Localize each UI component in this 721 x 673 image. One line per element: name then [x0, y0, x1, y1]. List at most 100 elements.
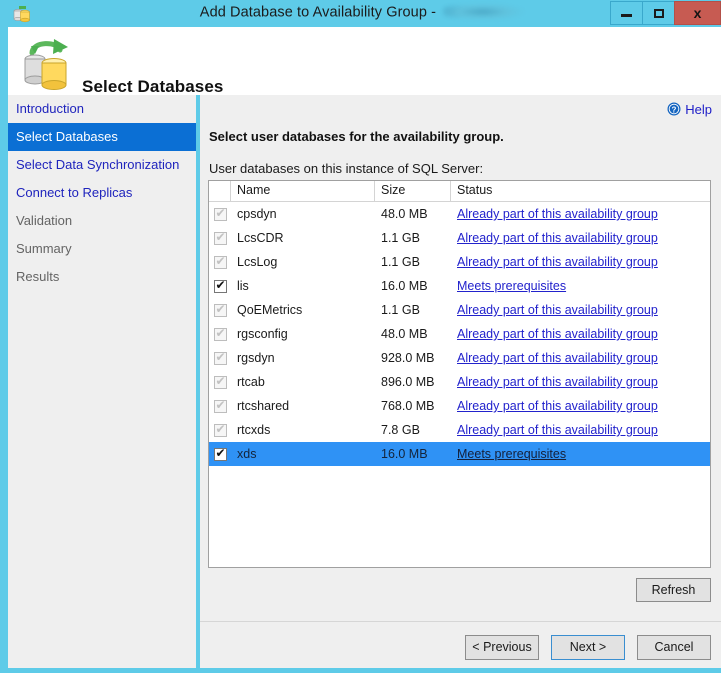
list-rows: ✔ cpsdyn 48.0 MB Already part of this avail…	[209, 202, 710, 466]
cell-size: 1.1 GB	[381, 303, 420, 317]
list-header-row: Name Size Status	[209, 181, 710, 202]
cell-size: 16.0 MB	[381, 279, 428, 293]
status-link[interactable]: Already part of this availability group	[457, 255, 658, 269]
status-link[interactable]: Meets prerequisites	[457, 447, 566, 461]
check-icon: ✔	[215, 351, 226, 364]
sidebar-item-introduction[interactable]: Introduction	[8, 95, 196, 123]
row-checkbox-cell[interactable]: ✔	[209, 231, 231, 245]
next-button[interactable]: Next >	[551, 635, 625, 660]
status-link[interactable]: Already part of this availability group	[457, 423, 658, 437]
status-link[interactable]: Already part of this availability group	[457, 351, 658, 365]
checkbox-disabled: ✔	[213, 303, 227, 317]
status-link[interactable]: Already part of this availability group	[457, 303, 658, 317]
table-row[interactable]: ✔ rgsconfig 48.0 MB Already part of this av…	[209, 322, 710, 346]
maximize-icon	[653, 8, 664, 18]
row-checkbox-cell[interactable]: ✔	[209, 255, 231, 269]
table-row[interactable]: ✔ rtcab 896.0 MB Already part of this avail…	[209, 370, 710, 394]
svg-text:?: ?	[672, 105, 677, 114]
cell-name: rtcxds	[237, 423, 271, 437]
refresh-button[interactable]: Refresh	[636, 578, 711, 602]
table-row[interactable]: ✔ rtcxds 7.8 GB Already part of this availa…	[209, 418, 710, 442]
check-icon: ✔	[215, 423, 226, 436]
close-icon: x	[693, 5, 702, 21]
maximize-button[interactable]	[642, 1, 675, 25]
content-panel: ? Help Select user databases for the ava…	[200, 95, 721, 668]
checkbox-disabled: ✔	[213, 327, 227, 341]
status-link[interactable]: Already part of this availability group	[457, 375, 658, 389]
table-row[interactable]: ✔ xds 16.0 MB Meets prerequisites	[209, 442, 710, 466]
row-checkbox-cell[interactable]: ✔	[209, 279, 231, 293]
checkbox-enabled[interactable]: ✔	[213, 279, 227, 293]
row-checkbox-cell[interactable]: ✔	[209, 351, 231, 365]
cell-status: Already part of this availability group	[451, 327, 710, 341]
status-link[interactable]: Already part of this availability group	[457, 399, 658, 413]
databases-list[interactable]: Name Size Status ✔ cpsdyn 48.0 MB Already p…	[208, 180, 711, 568]
row-checkbox-cell[interactable]: ✔	[209, 423, 231, 437]
redacted-server-name	[443, 4, 530, 19]
cell-name: LcsLog	[237, 255, 278, 269]
title-bar: Add Database to Availability Group - x	[4, 0, 721, 27]
check-icon: ✔	[215, 207, 226, 220]
status-link[interactable]: Meets prerequisites	[457, 279, 566, 293]
minimize-icon	[621, 14, 632, 17]
status-link[interactable]: Already part of this availability group	[457, 231, 658, 245]
cell-size: 1.1 GB	[381, 231, 420, 245]
column-header-name[interactable]: Name	[231, 181, 375, 201]
status-link[interactable]: Already part of this availability group	[457, 207, 658, 221]
cell-status: Already part of this availability group	[451, 351, 710, 365]
sidebar-item-select-data-synchronization[interactable]: Select Data Synchronization	[8, 151, 196, 179]
table-row[interactable]: ✔ QoEMetrics 1.1 GB Already part of this av…	[209, 298, 710, 322]
check-icon: ✔	[215, 327, 226, 340]
table-row[interactable]: ✔ rgsdyn 928.0 MB Already part of this avai…	[209, 346, 710, 370]
column-header-size[interactable]: Size	[375, 181, 451, 201]
previous-button[interactable]: < Previous	[465, 635, 539, 660]
cell-status: Already part of this availability group	[451, 399, 710, 413]
check-icon: ✔	[215, 279, 226, 292]
check-icon: ✔	[215, 375, 226, 388]
status-link[interactable]: Already part of this availability group	[457, 327, 658, 341]
table-row[interactable]: ✔ lis 16.0 MB Meets prerequisites	[209, 274, 710, 298]
help-label: Help	[685, 102, 712, 117]
cell-name: xds	[237, 447, 257, 461]
row-checkbox-cell[interactable]: ✔	[209, 447, 231, 461]
window-controls: x	[610, 1, 721, 25]
table-row[interactable]: ✔ LcsLog 1.1 GB Already part of this availa…	[209, 250, 710, 274]
footer-buttons: < Previous Next > Cancel	[465, 635, 711, 660]
table-row[interactable]: ✔ cpsdyn 48.0 MB Already part of this avail…	[209, 202, 710, 226]
cell-name: rtcshared	[237, 399, 290, 413]
help-link[interactable]: ? Help	[667, 102, 712, 117]
cell-size: 1.1 GB	[381, 255, 420, 269]
check-icon: ✔	[215, 255, 226, 268]
row-checkbox-cell[interactable]: ✔	[209, 399, 231, 413]
cell-status: Already part of this availability group	[451, 375, 710, 389]
cell-status: Already part of this availability group	[451, 207, 710, 221]
cell-name: cpsdyn	[237, 207, 277, 221]
table-row[interactable]: ✔ LcsCDR 1.1 GB Already part of this availa…	[209, 226, 710, 250]
table-row[interactable]: ✔ rtcshared 768.0 MB Already part of this a…	[209, 394, 710, 418]
minimize-button[interactable]	[610, 1, 643, 25]
checkbox-disabled: ✔	[213, 231, 227, 245]
column-header-status[interactable]: Status	[451, 181, 710, 201]
row-checkbox-cell[interactable]: ✔	[209, 303, 231, 317]
sidebar-item-select-databases[interactable]: Select Databases	[8, 123, 196, 151]
cell-name: rgsdyn	[237, 351, 275, 365]
row-checkbox-cell[interactable]: ✔	[209, 375, 231, 389]
checkbox-disabled: ✔	[213, 255, 227, 269]
database-sync-icon	[18, 33, 74, 91]
sidebar-item-summary: Summary	[16, 241, 72, 256]
cancel-button[interactable]: Cancel	[637, 635, 711, 660]
cell-size: 7.8 GB	[381, 423, 420, 437]
checkbox-enabled[interactable]: ✔	[213, 447, 227, 461]
close-button[interactable]: x	[674, 1, 721, 25]
footer-divider	[200, 621, 721, 622]
sidebar-item-connect-to-replicas[interactable]: Connect to Replicas	[8, 179, 196, 207]
cell-size: 928.0 MB	[381, 351, 435, 365]
cell-status: Already part of this availability group	[451, 303, 710, 317]
dialog-window: Add Database to Availability Group - x S…	[0, 0, 721, 673]
sidebar-item-results: Results	[16, 269, 60, 284]
row-checkbox-cell[interactable]: ✔	[209, 327, 231, 341]
row-checkbox-cell[interactable]: ✔	[209, 207, 231, 221]
check-icon: ✔	[215, 303, 226, 316]
cell-size: 16.0 MB	[381, 447, 428, 461]
column-header-checkbox[interactable]	[209, 181, 231, 201]
